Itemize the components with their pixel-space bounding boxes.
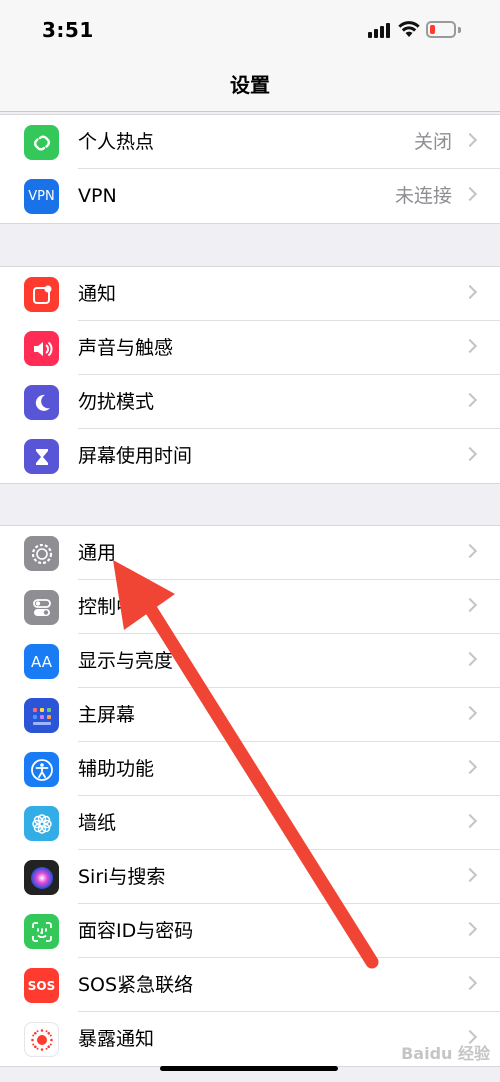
settings-row-label: SOS紧急联络	[78, 974, 194, 996]
status-icons	[368, 18, 478, 42]
settings-row-vpn[interactable]: VPN VPN 未连接	[0, 169, 500, 223]
settings-row-label: 勿扰模式	[78, 391, 155, 413]
text-size-icon-text: AA	[31, 652, 52, 671]
settings-row-sounds[interactable]: 声音与触感	[0, 321, 500, 375]
chevron-right-icon	[462, 543, 478, 559]
chevron-right-icon	[462, 921, 478, 937]
settings-row-label: 显示与亮度	[78, 650, 174, 672]
link-icon	[24, 125, 59, 160]
status-time: 3:51	[42, 18, 94, 42]
settings-row-label: 主屏幕	[78, 704, 136, 726]
toggles-icon	[24, 590, 59, 625]
text-size-icon: AA	[24, 644, 59, 679]
settings-row-display[interactable]: AA 显示与亮度	[0, 634, 500, 688]
cellular-signal-icon	[368, 22, 392, 38]
chevron-right-icon	[462, 338, 478, 354]
settings-row-hotspot[interactable]: 个人热点 关闭	[0, 115, 500, 169]
chevron-right-icon	[462, 597, 478, 613]
chevron-right-icon	[462, 651, 478, 667]
page-title: 设置	[230, 73, 270, 97]
chevron-right-icon	[462, 813, 478, 829]
settings-row-label: 面容ID与密码	[78, 920, 194, 942]
settings-row-label: 暴露通知	[78, 1028, 155, 1050]
settings-row-label: 屏幕使用时间	[78, 445, 193, 467]
chevron-right-icon	[462, 759, 478, 775]
chevron-right-icon	[462, 284, 478, 300]
settings-row-value: 关闭	[413, 131, 452, 153]
siri-icon	[24, 860, 59, 895]
settings-row-siri[interactable]: Siri与搜索	[0, 850, 500, 904]
status-bar: 3:51	[0, 0, 500, 60]
settings-row-accessibility[interactable]: 辅助功能	[0, 742, 500, 796]
chevron-right-icon	[462, 867, 478, 883]
notification-icon	[24, 277, 59, 312]
settings-row-label: 个人热点	[78, 131, 155, 153]
home-indicator[interactable]	[160, 1066, 338, 1071]
chevron-right-icon	[462, 705, 478, 721]
moon-icon	[24, 385, 59, 420]
flower-icon	[24, 806, 59, 841]
settings-row-sos[interactable]: SOS SOS紧急联络	[0, 958, 500, 1012]
settings-row-general[interactable]: 通用	[0, 526, 500, 580]
settings-row-control-center[interactable]: 控制中心	[0, 580, 500, 634]
chevron-right-icon	[462, 132, 478, 148]
settings-group-notifications: 通知 声音与触感 勿扰模式 屏幕使用时间	[0, 266, 500, 484]
battery-icon	[426, 21, 456, 38]
settings-group-general: 通用 控制中心 AA 显示与亮度 主屏幕 辅助功能 墙纸 Siri与搜索 面容I…	[0, 525, 500, 1067]
settings-row-label: 通用	[78, 542, 117, 564]
settings-row-wallpaper[interactable]: 墙纸	[0, 796, 500, 850]
vpn-icon-text: VPN	[28, 189, 55, 204]
accessibility-icon	[24, 752, 59, 787]
settings-row-label: 通知	[78, 283, 117, 305]
app-grid-icon	[24, 698, 59, 733]
settings-row-label: VPN	[78, 185, 117, 207]
settings-row-home-screen[interactable]: 主屏幕	[0, 688, 500, 742]
settings-row-label: Siri与搜索	[78, 866, 166, 888]
wifi-icon	[398, 21, 420, 37]
settings-row-screen-time[interactable]: 屏幕使用时间	[0, 429, 500, 483]
settings-row-dnd[interactable]: 勿扰模式	[0, 375, 500, 429]
speaker-icon	[24, 331, 59, 366]
gear-icon	[24, 536, 59, 571]
settings-row-label: 控制中心	[78, 596, 155, 618]
settings-group-network: 个人热点 关闭 VPN VPN 未连接	[0, 114, 500, 224]
chevron-right-icon	[462, 446, 478, 462]
sos-icon: SOS	[24, 968, 59, 1003]
vpn-icon: VPN	[24, 179, 59, 214]
exposure-icon	[24, 1022, 59, 1057]
settings-row-label: 墙纸	[78, 812, 117, 834]
nav-bar: 设置	[0, 60, 500, 112]
settings-row-face-id[interactable]: 面容ID与密码	[0, 904, 500, 958]
chevron-right-icon	[462, 975, 478, 991]
settings-row-label: 辅助功能	[78, 758, 155, 780]
settings-row-value: 未连接	[394, 185, 452, 207]
chevron-right-icon	[462, 186, 478, 202]
face-id-icon	[24, 914, 59, 949]
sos-icon-text: SOS	[27, 978, 56, 993]
watermark: Baidu 经验	[401, 1044, 490, 1063]
settings-row-label: 声音与触感	[78, 337, 174, 359]
hourglass-icon	[24, 439, 59, 474]
settings-row-notifications[interactable]: 通知	[0, 267, 500, 321]
chevron-right-icon	[462, 392, 478, 408]
